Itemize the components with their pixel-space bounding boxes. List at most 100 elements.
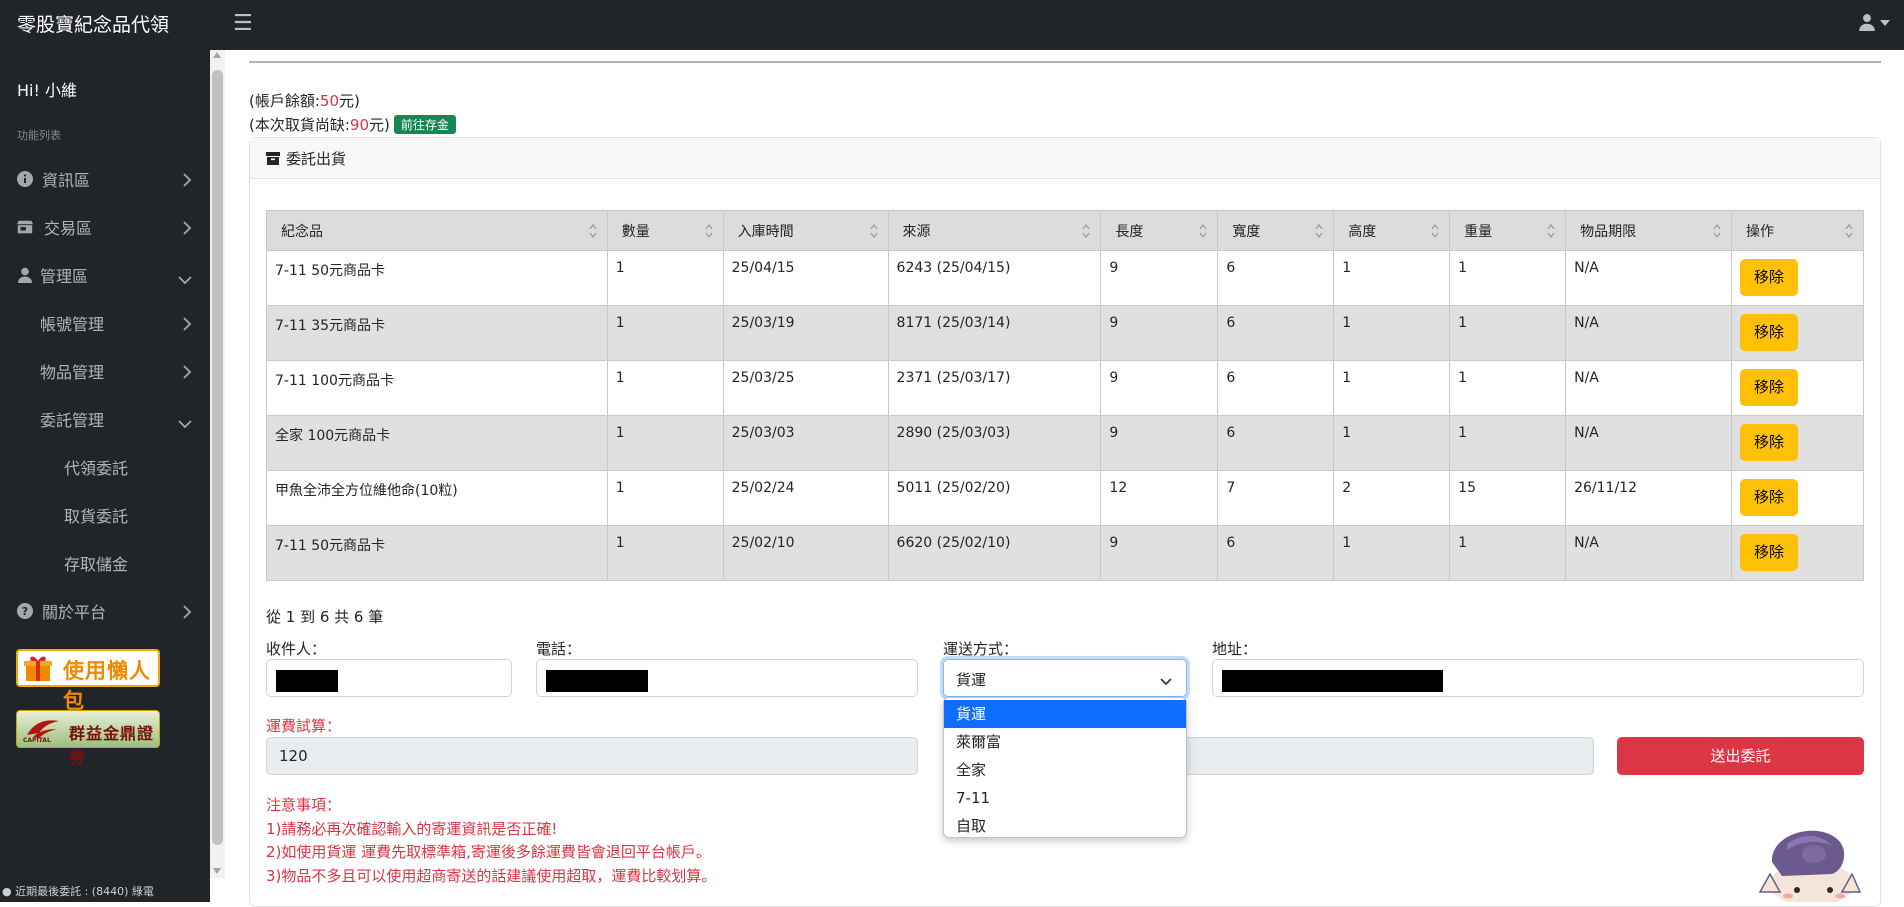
dropdown-option[interactable]: 自取 [944,812,1186,840]
shipping-fee-field: 120 [266,737,918,775]
user-greeting: Hi! 小維 [17,81,77,100]
sidebar-item-commission[interactable]: 委託管理 [0,399,210,439]
scroll-down-icon[interactable] [213,868,221,874]
redacted-value [276,670,338,692]
table-cell: 9 [1100,525,1219,581]
shipping-method-select[interactable]: 貨運 [943,659,1187,697]
column-header[interactable]: 寬度 [1217,210,1335,251]
svg-text:?: ? [22,605,28,618]
sort-icon [870,224,878,238]
dropdown-option[interactable]: 貨運 [944,700,1186,728]
table-cell: N/A [1565,250,1732,306]
note-item: 1)請務必再次確認輸入的寄運資訊是否正確! [266,819,558,838]
recent-commission-status: ● 近期最後委託 : (8440) 綠電 [0,879,210,902]
phone-label: 電話： [536,640,582,658]
table-cell: 1 [1449,525,1567,581]
remove-button[interactable]: 移除 [1740,479,1798,516]
phone-input[interactable] [536,659,918,697]
column-header[interactable]: 高度 [1333,210,1451,251]
sidebar-item-account[interactable]: 帳號管理 [0,303,210,343]
table-cell: 7-11 100元商品卡 [266,360,608,416]
table-row: 全家 100元商品卡 1 25/03/03 2890 (25/03/03) 9 6 1 1 N/… [266,415,1864,471]
remove-button[interactable]: 移除 [1740,369,1798,406]
sidebar-item-label: 資訊區 [42,171,91,190]
broker-banner[interactable]: CAPITAL 群益金鼎證券 [16,710,160,767]
column-header[interactable]: 物品期限 [1565,210,1732,251]
table-cell: 1 [606,525,724,581]
dropdown-option[interactable]: 萊爾富 [944,728,1186,756]
table-row: 7-11 100元商品卡 1 25/03/25 2371 (25/03/17) 9 6 1 1… [266,360,1864,416]
menu-toggle-icon[interactable]: ☰ [233,11,253,36]
sidebar-item-items[interactable]: 物品管理 [0,351,210,391]
table-cell: 1 [1333,415,1451,471]
remove-button[interactable]: 移除 [1740,259,1798,296]
dropdown-option[interactable]: 全家 [944,756,1186,784]
sidebar-item-proxy-claim[interactable]: 代領委託 [0,447,210,487]
table-cell: 1 [606,250,724,306]
user-menu[interactable] [1858,13,1890,31]
chevron-right-icon [182,604,192,623]
table-cell: 1 [1449,415,1567,471]
sidebar-item-deposit[interactable]: 存取儲金 [0,543,210,583]
account-balance: (帳戶餘額:50元) [249,92,360,110]
chevron-down-icon [1880,20,1890,26]
dropdown-option[interactable]: 7-11 [944,784,1186,812]
remove-button[interactable]: 移除 [1740,314,1798,351]
sidebar-item-manage[interactable]: 管理區 [0,255,210,295]
redacted-value [546,670,648,692]
shortfall-value: 90 [349,115,370,134]
table-cell: 1 [1449,360,1567,416]
address-label: 地址： [1212,640,1258,658]
sidebar-item-about[interactable]: ? 關於平台 [0,591,210,631]
mascot-image[interactable] [1752,822,1862,902]
remove-button[interactable]: 移除 [1740,534,1798,571]
table-cell: 26/11/12 [1565,470,1732,526]
sidebar-item-label: 委託管理 [40,411,105,430]
column-header[interactable]: 長度 [1100,210,1219,251]
remove-button[interactable]: 移除 [1740,424,1798,461]
sidebar-item-trade[interactable]: 交易區 [0,207,210,247]
sidebar-item-label: 物品管理 [40,363,105,382]
column-header[interactable]: 來源 [887,210,1102,251]
sidebar-item-pickup[interactable]: 取貨委託 [0,495,210,535]
column-header-label: 操作 [1746,223,1774,240]
column-header[interactable]: 紀念品 [266,210,608,251]
table-cell: 1 [1333,305,1451,361]
chevron-down-icon [178,414,192,433]
column-header[interactable]: 重量 [1449,210,1567,251]
sort-icon [1431,224,1439,238]
scrollbar-thumb[interactable] [212,70,223,845]
scroll-up-icon[interactable] [213,52,221,58]
sidebar-item-label: 存取儲金 [64,555,129,574]
table-cell: 6243 (25/04/15) [887,250,1102,306]
menu-heading: 功能列表 [17,129,61,142]
address-input[interactable] [1212,659,1864,697]
table-cell: 25/03/25 [722,360,889,416]
sort-icon [1082,224,1090,238]
table-cell: 25/02/24 [722,470,889,526]
guide-banner[interactable]: 使用懶人包 [16,649,160,713]
table-cell: 6 [1217,525,1335,581]
column-header-label: 數量 [621,223,650,240]
chevron-right-icon [182,220,192,239]
table-cell: 6620 (25/02/10) [887,525,1102,581]
sidebar-item-info[interactable]: 資訊區 [0,159,210,199]
question-circle-icon: ? [16,602,34,620]
items-table: 紀念品 數量 入庫時間 來源 長度 寬度 高度 重量 物品期限 操作 7-11 50元商品卡 1 25… [266,210,1864,581]
chevron-right-icon [182,172,192,191]
shipping-fee-label: 運費試算： [266,717,342,735]
column-header[interactable]: 入庫時間 [722,210,889,251]
submit-commission-button[interactable]: 送出委託 [1617,737,1864,775]
table-cell: 1 [606,305,724,361]
pagination-info: 從 1 到 6 共 6 筆 [266,608,384,626]
column-header[interactable]: 數量 [606,210,724,251]
shipping-method-label: 運送方式： [943,640,1019,658]
column-header[interactable]: 操作 [1731,210,1864,251]
table-cell-action: 移除 [1731,415,1864,471]
chevron-down-icon [1160,672,1172,690]
app-title[interactable]: 零股寶紀念品代領 [17,10,169,37]
go-deposit-button[interactable]: 前往存金 [393,115,456,134]
column-header-label: 長度 [1115,223,1144,240]
recipient-input[interactable] [266,659,512,697]
sidebar-item-label: 帳號管理 [40,315,105,334]
